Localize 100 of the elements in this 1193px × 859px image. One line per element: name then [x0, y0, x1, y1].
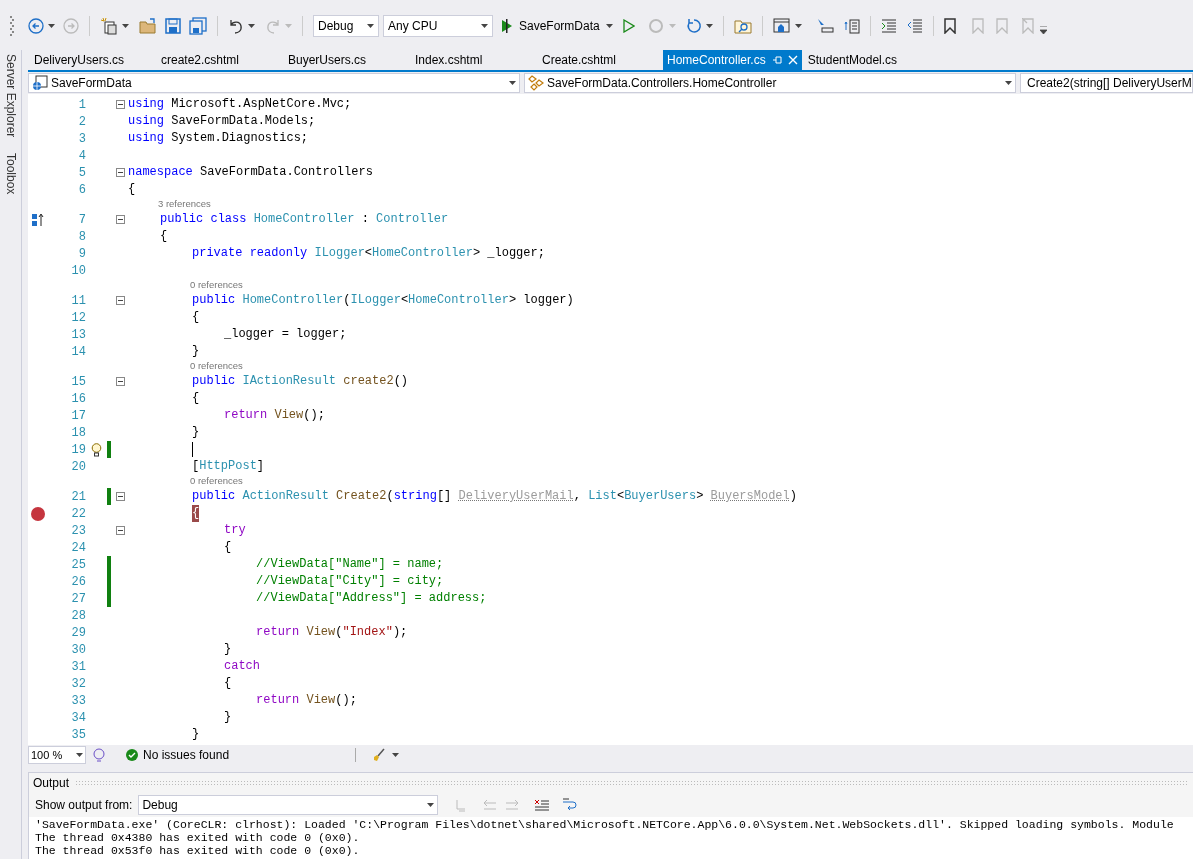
breakpoint-icon[interactable] [31, 506, 45, 521]
line-number: 33 [71, 693, 86, 708]
caret-icon[interactable] [427, 803, 435, 807]
pin-icon[interactable] [771, 55, 782, 65]
code-line: _logger = logger; [223, 326, 347, 343]
codelens-text[interactable]: 3 references [158, 197, 211, 212]
document-icon[interactable] [843, 18, 860, 34]
lightbulb-icon[interactable] [90, 442, 102, 457]
save-all-icon[interactable] [189, 17, 207, 35]
side-tab[interactable]: Toolbox [1, 153, 20, 195]
line-number: 32 [71, 676, 86, 691]
collapse-icon[interactable] [115, 492, 125, 501]
codelens-text[interactable]: 0 references [190, 278, 243, 293]
line-number: 7 [78, 212, 86, 227]
code-line: //ViewData["Address"] = address; [255, 590, 487, 607]
word-wrap-icon[interactable] [562, 798, 579, 812]
line-number: 19 [71, 442, 86, 457]
caret-icon[interactable] [705, 24, 713, 28]
caret-icon[interactable] [605, 24, 613, 28]
project-dropdown[interactable]: SaveFormData [28, 73, 520, 93]
caret-icon[interactable] [1039, 26, 1047, 34]
outdent-icon[interactable] [906, 19, 923, 33]
line-number: 23 [71, 523, 86, 538]
code-line: //ViewData["Name"] = name; [255, 556, 444, 573]
line-number: 20 [71, 459, 86, 474]
line-number: 13 [71, 327, 86, 342]
code-line: } [191, 343, 200, 360]
bookmark-icon[interactable] [943, 18, 956, 34]
line-number: 2 [78, 114, 86, 129]
type-dropdown[interactable]: SaveFormData.Controllers.HomeController [524, 73, 1016, 93]
line-number: 18 [71, 425, 86, 440]
code-line: using SaveFormData.Models; [128, 113, 316, 130]
back-icon[interactable] [28, 18, 44, 34]
undo-icon[interactable] [228, 18, 244, 34]
browser-home-icon[interactable] [772, 18, 791, 34]
editor-tab[interactable]: StudentModel.cs [801, 50, 929, 70]
line-number: 11 [71, 293, 86, 308]
line-number: 10 [71, 263, 86, 278]
code-line: { [159, 228, 168, 245]
code-line: public class HomeController : Controller [159, 211, 449, 228]
close-icon[interactable] [787, 55, 798, 65]
editor-tab[interactable]: BuyerUsers.cs [282, 50, 409, 70]
side-tab[interactable]: Server Explorer [1, 54, 20, 138]
line-number: 28 [71, 608, 86, 623]
editor-tab[interactable]: Index.cshtml [409, 50, 536, 70]
configuration-dropdown[interactable]: Debug [313, 15, 379, 37]
code-line: return View(); [255, 692, 357, 709]
editor-tab[interactable]: Create.cshtml [536, 50, 663, 70]
inheritance-icon[interactable] [32, 212, 44, 227]
collapse-icon[interactable] [115, 526, 125, 535]
folder-search-icon[interactable] [733, 18, 752, 34]
caret-icon[interactable] [122, 24, 129, 28]
play-outline-icon[interactable] [622, 19, 635, 33]
start-button[interactable]: SaveFormData [519, 17, 600, 35]
restart-icon[interactable] [685, 18, 702, 34]
caret-icon[interactable] [248, 24, 255, 28]
editor-tab[interactable]: DeliveryUsers.cs [28, 50, 155, 70]
line-number: 12 [71, 310, 86, 325]
caret-icon[interactable] [48, 24, 55, 28]
caret-icon[interactable] [794, 24, 802, 28]
editor-tab[interactable]: HomeController.cs [663, 50, 802, 70]
brush-icon[interactable] [372, 748, 387, 762]
code-line: { [223, 675, 232, 692]
collapse-icon[interactable] [115, 100, 125, 109]
caret-icon[interactable] [1005, 81, 1012, 85]
caret-icon[interactable] [392, 753, 400, 757]
line-number: 14 [71, 344, 86, 359]
line-number: 35 [71, 727, 86, 742]
caret-icon[interactable] [76, 753, 83, 757]
collapse-icon[interactable] [115, 377, 125, 386]
caret-icon[interactable] [481, 24, 488, 28]
member-dropdown[interactable]: Create2(string[] DeliveryUserM [1020, 73, 1193, 93]
toolbar-grip-icon [10, 16, 14, 36]
line-number: 30 [71, 642, 86, 657]
save-icon[interactable] [165, 18, 181, 34]
codelens-text[interactable]: 0 references [190, 359, 243, 374]
indent-icon[interactable] [880, 19, 897, 33]
line-number: 15 [71, 374, 86, 389]
code-line: //ViewData["City"] = city; [255, 573, 444, 590]
play-icon[interactable] [501, 19, 513, 33]
folder-icon[interactable] [139, 18, 157, 34]
issues-status[interactable]: No issues found [143, 746, 230, 764]
caret-icon[interactable] [367, 24, 374, 28]
line-number: 8 [78, 229, 86, 244]
collapse-icon[interactable] [115, 168, 125, 177]
zoom-dropdown[interactable]: 100 % [28, 746, 86, 764]
new-project-icon[interactable] [100, 17, 118, 35]
output-source-dropdown[interactable]: Debug [138, 795, 439, 815]
codelens-text[interactable]: 0 references [190, 474, 243, 489]
line-number: 25 [71, 557, 86, 572]
code-line: public ActionResult Create2(string[] DeliveryUserMail, List<BuyerUsers> BuyersModel) [191, 488, 797, 505]
collapse-icon[interactable] [115, 296, 125, 305]
collapse-icon[interactable] [115, 215, 125, 224]
platform-dropdown[interactable]: Any CPU [383, 15, 493, 37]
class-icon [528, 75, 544, 91]
code-line: { [191, 390, 200, 407]
caret-icon[interactable] [509, 81, 516, 85]
line-number: 34 [71, 710, 86, 725]
editor-tab[interactable]: create2.cshtml [155, 50, 282, 70]
clear-all-icon[interactable] [534, 798, 551, 812]
